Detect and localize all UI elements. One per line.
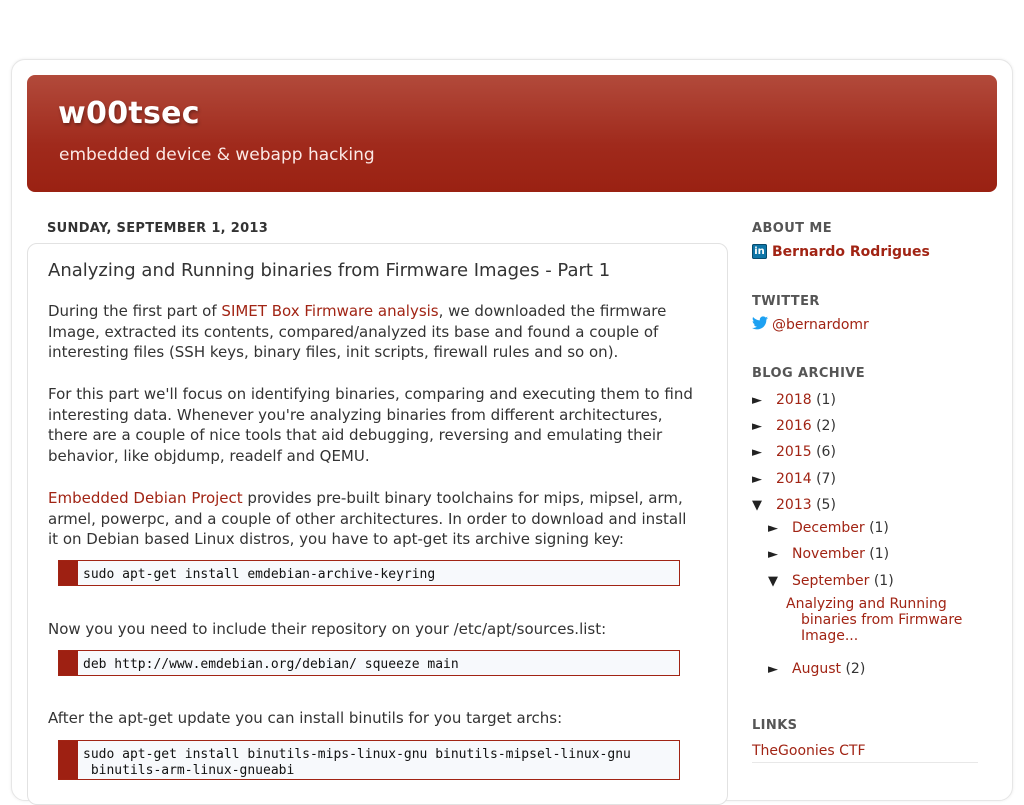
code-block-accent-bar (59, 741, 78, 779)
expand-arrow-icon[interactable]: ► (752, 419, 762, 434)
code-text: deb http://www.emdebian.org/debian/ sque… (83, 657, 459, 672)
post-count: (2) (816, 418, 836, 434)
linkedin-icon[interactable]: in (752, 244, 767, 259)
archive-year-link[interactable]: 2014 (776, 471, 812, 487)
links-heading: LINKS (752, 718, 798, 733)
archive-month-item: August (2) (792, 661, 865, 677)
post-date: SUNDAY, SEPTEMBER 1, 2013 (47, 221, 269, 236)
blog-title[interactable]: w00tsec (58, 96, 200, 131)
expand-arrow-icon[interactable]: ► (752, 445, 762, 460)
blog-archive-heading: BLOG ARCHIVE (752, 366, 866, 381)
twitter-bird-icon[interactable] (752, 316, 768, 330)
blog-description: embedded device & webapp hacking (59, 145, 375, 165)
archive-year-item: 2014 (7) (776, 471, 836, 487)
archive-month-link[interactable]: September (792, 573, 869, 589)
archive-year-link[interactable]: 2015 (776, 444, 812, 460)
link-text: Analyzing and Running (786, 596, 947, 612)
link-text: binaries from Firmware (801, 612, 963, 628)
archive-month-link[interactable]: November (792, 546, 865, 562)
post-paragraph-5: After the apt-get update you can install… (48, 709, 563, 727)
archive-year-item: 2018 (1) (776, 392, 836, 408)
code-block-sources: deb http://www.emdebian.org/debian/ sque… (58, 650, 680, 676)
post-count: (1) (869, 546, 890, 562)
post-count: (2) (845, 661, 866, 677)
post-count: (1) (873, 573, 894, 589)
link-text: Image... (801, 628, 859, 644)
sidebar-divider (752, 762, 978, 763)
archive-year-link[interactable]: 2013 (776, 497, 812, 513)
author-link[interactable]: Bernardo Rodrigues (772, 244, 930, 260)
twitter-heading: TWITTER (752, 294, 820, 309)
post-count: (7) (816, 471, 836, 487)
paragraph-text: During the first part of (48, 302, 222, 320)
twitter-handle-link[interactable]: @bernardomr (772, 317, 869, 333)
archive-month-item: September (1) (792, 573, 894, 589)
code-block-accent-bar (59, 651, 78, 675)
collapse-arrow-icon[interactable]: ▼ (752, 498, 762, 513)
post-count: (1) (869, 520, 889, 536)
post-count: (6) (816, 444, 836, 460)
code-text: sudo apt-get install emdebian-archive-ke… (83, 567, 436, 582)
archive-year-link[interactable]: 2016 (776, 418, 812, 434)
archive-month-link[interactable]: August (792, 661, 841, 677)
expand-arrow-icon[interactable]: ► (752, 393, 762, 408)
link-thegoonies-ctf[interactable]: TheGoonies CTF (752, 743, 866, 759)
archive-year-link[interactable]: 2018 (776, 392, 812, 408)
post-count: (5) (816, 497, 836, 513)
simet-analysis-link[interactable]: SIMET Box Firmware analysis (221, 302, 438, 320)
archive-year-item: 2016 (2) (776, 418, 836, 434)
emdebian-project-link[interactable]: Embedded Debian Project (48, 489, 243, 507)
code-line: sudo apt-get install binutils-mips-linux… (83, 747, 631, 762)
code-block-accent-bar (59, 561, 78, 585)
post-paragraph-4: Now you you need to include their reposi… (48, 620, 607, 638)
archive-year-item: 2013 (5) (776, 497, 836, 513)
about-me-heading: ABOUT ME (752, 221, 832, 236)
expand-arrow-icon[interactable]: ► (768, 547, 778, 562)
code-text: sudo apt-get install binutils-mips-linux… (83, 747, 631, 779)
archive-month-item: November (1) (792, 546, 889, 562)
blog-header (27, 75, 997, 192)
post-paragraph-1: During the first part of SIMET Box Firmw… (48, 301, 698, 363)
archive-post-link[interactable]: Analyzing and Running binaries from Firmw… (786, 596, 976, 644)
collapse-arrow-icon[interactable]: ▼ (768, 574, 778, 589)
archive-month-item: December (1) (792, 520, 889, 536)
expand-arrow-icon[interactable]: ► (768, 662, 778, 677)
archive-month-link[interactable]: December (792, 520, 865, 536)
code-block-binutils: sudo apt-get install binutils-mips-linux… (58, 740, 680, 780)
code-line: binutils-arm-linux-gnueabi (83, 763, 295, 778)
code-block-keyring: sudo apt-get install emdebian-archive-ke… (58, 560, 680, 586)
post-count: (1) (816, 392, 836, 408)
expand-arrow-icon[interactable]: ► (768, 521, 778, 536)
post-title[interactable]: Analyzing and Running binaries from Firm… (48, 260, 610, 281)
post-paragraph-2: For this part we'll focus on identifying… (48, 385, 693, 466)
expand-arrow-icon[interactable]: ► (752, 472, 762, 487)
post-paragraph-3: Embedded Debian Project provides pre-bui… (48, 488, 698, 550)
archive-year-item: 2015 (6) (776, 444, 836, 460)
